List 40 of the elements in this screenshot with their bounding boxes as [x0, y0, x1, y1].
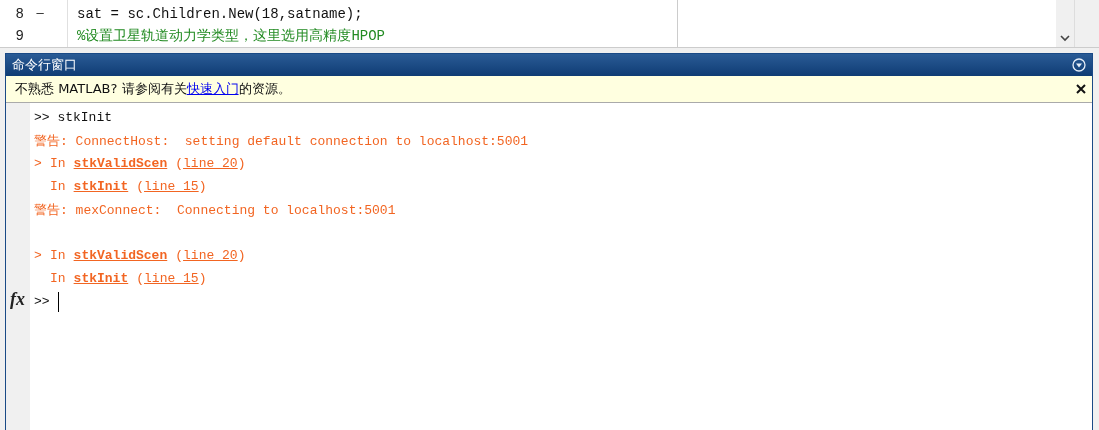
warning-message: 警告: mexConnect: Connecting to localhost:5001: [34, 201, 396, 219]
line-link[interactable]: line 15: [144, 179, 199, 194]
function-link[interactable]: stkValidScen: [73, 248, 168, 263]
window-title: 命令行窗口: [12, 56, 77, 74]
trace-in: In: [50, 271, 66, 286]
trace-arrow: >: [34, 156, 42, 171]
function-link[interactable]: stkInit: [73, 179, 129, 194]
paren: ): [237, 156, 246, 171]
line-link[interactable]: line 20: [183, 248, 238, 263]
trace-arrow: >: [34, 248, 42, 263]
code-line: sat = sc.Children.New(18,satname);: [77, 6, 363, 22]
notice-text: 不熟悉 MATLAB? 请参阅有关快速入门的资源。: [15, 80, 291, 98]
trace-in: In: [50, 248, 66, 263]
code-line: %设置卫星轨道动力学类型，这里选用高精度HPOP: [77, 27, 385, 45]
paren: ): [198, 179, 207, 194]
scrollbar[interactable]: [1056, 0, 1074, 47]
command-text: >> stkInit: [34, 110, 112, 125]
line-link[interactable]: line 20: [183, 156, 238, 171]
function-button[interactable]: fx: [10, 289, 25, 310]
trace-in: In: [50, 156, 66, 171]
warning-message: 警告: ConnectHost: setting default connection to localhost:5001: [34, 132, 529, 150]
paren: (: [175, 248, 184, 263]
line-number: 9: [14, 28, 24, 44]
paren: (: [136, 271, 145, 286]
paren: (: [175, 156, 184, 171]
quick-start-link[interactable]: 快速入门: [186, 81, 239, 96]
command-prompt: >>: [34, 294, 50, 309]
line-link[interactable]: line 15: [144, 271, 199, 286]
text-cursor: [57, 291, 59, 312]
close-icon[interactable]: [1076, 84, 1086, 94]
line-number: 8: [14, 6, 24, 22]
function-link[interactable]: stkValidScen: [73, 156, 168, 171]
function-link[interactable]: stkInit: [73, 271, 129, 286]
chevron-down-icon[interactable]: [1060, 35, 1070, 42]
paren: ): [198, 271, 207, 286]
paren: (: [136, 179, 145, 194]
trace-in: In: [50, 179, 66, 194]
dropdown-icon[interactable]: [1072, 58, 1086, 72]
breakpoint-marker[interactable]: —: [36, 7, 44, 21]
paren: ): [237, 248, 246, 263]
